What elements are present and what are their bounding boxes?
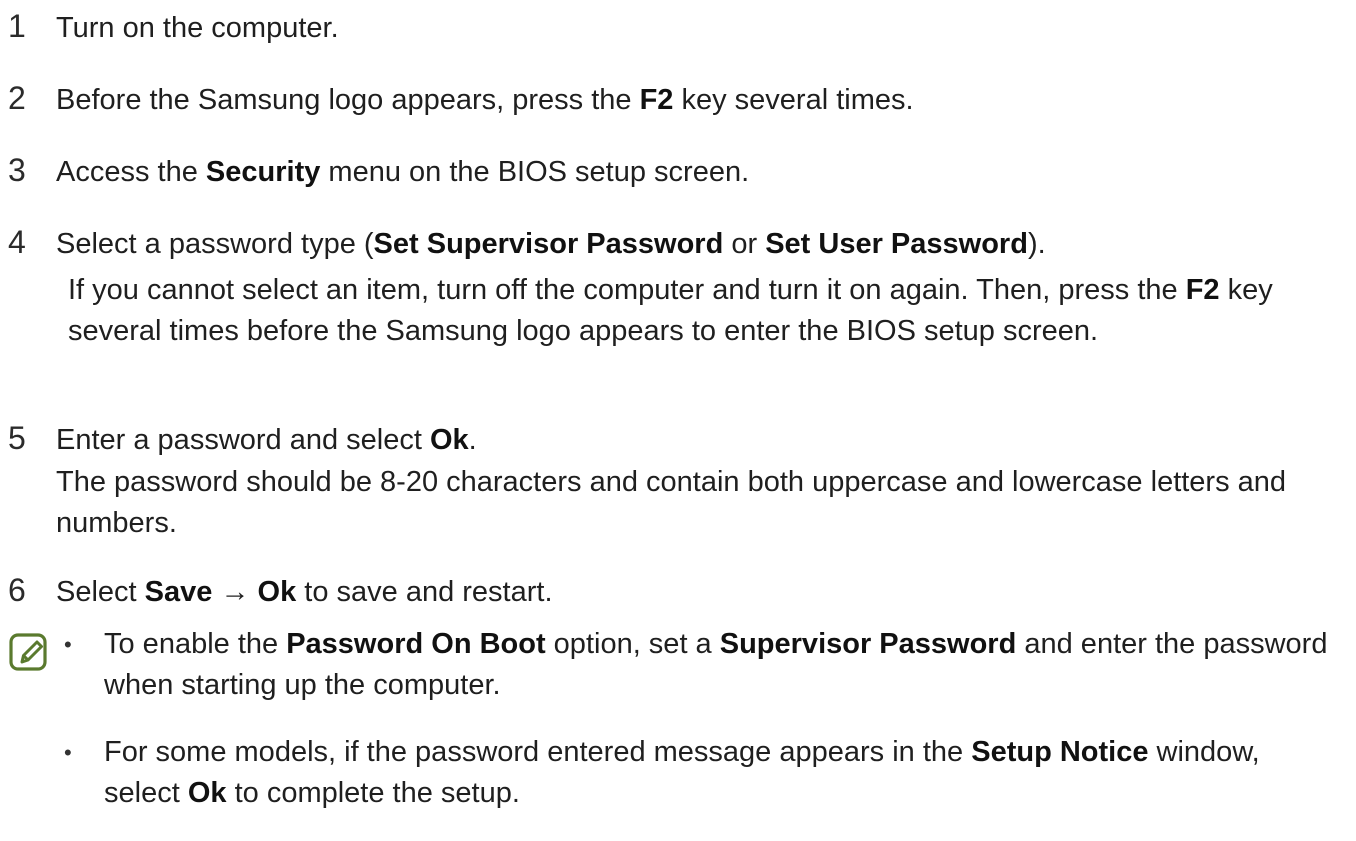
step-1: 1 Turn on the computer. bbox=[8, 6, 339, 48]
step-3: 3 Access the Security menu on the BIOS se… bbox=[8, 150, 749, 192]
emphasis-term: Set User Password bbox=[765, 228, 1028, 260]
note-bullet: • To enable the Password On Boot option,… bbox=[64, 624, 1334, 706]
emphasis-term: Save bbox=[144, 576, 213, 608]
bullet-marker: • bbox=[64, 740, 72, 765]
step-number: 3 bbox=[8, 152, 26, 188]
step-4-note: If you cannot select an item, turn off t… bbox=[68, 274, 1273, 347]
emphasis-term: Password On Boot bbox=[286, 628, 546, 660]
note-bullet-text: For some models, if the password entered… bbox=[104, 736, 1260, 809]
step-text: Select a password type (Set Supervisor P… bbox=[56, 228, 1046, 260]
note-pencil-icon bbox=[9, 633, 47, 671]
emphasis-term: F2 bbox=[639, 84, 674, 116]
emphasis-term: Ok bbox=[257, 576, 297, 608]
emphasis-term: Ok bbox=[429, 424, 469, 456]
step-number: 4 bbox=[8, 224, 26, 260]
step-5: 5 Enter a password and select Ok. bbox=[8, 418, 477, 460]
step-text: Before the Samsung logo appears, press t… bbox=[56, 84, 914, 116]
note-bullet: • For some models, if the password enter… bbox=[64, 732, 1334, 814]
emphasis-term: Set Supervisor Password bbox=[373, 228, 724, 260]
step-number: 1 bbox=[8, 8, 26, 44]
emphasis-term: Ok bbox=[187, 777, 227, 809]
step-number: 5 bbox=[8, 420, 26, 456]
emphasis-term: Security bbox=[205, 156, 321, 188]
emphasis-term: Supervisor Password bbox=[719, 628, 1017, 660]
emphasis-term: F2 bbox=[1185, 274, 1220, 306]
step-number: 6 bbox=[8, 572, 26, 608]
step-text: Select Save → Ok to save and restart. bbox=[56, 576, 553, 608]
step-text: Access the Security menu on the BIOS set… bbox=[56, 156, 750, 188]
step-2: 2 Before the Samsung logo appears, press … bbox=[8, 78, 914, 120]
emphasis-term: Setup Notice bbox=[971, 736, 1149, 768]
step-5-note: The password should be 8-20 characters a… bbox=[56, 466, 1287, 539]
step-6: 6 Select Save → Ok to save and restart. bbox=[8, 570, 553, 612]
step-number: 2 bbox=[8, 80, 26, 116]
step-4: 4 Select a password type (Set Supervisor … bbox=[8, 222, 1046, 264]
note-bullet-text: To enable the Password On Boot option, s… bbox=[104, 628, 1328, 701]
step-text: Enter a password and select Ok. bbox=[56, 424, 477, 456]
bullet-marker: • bbox=[64, 632, 72, 657]
step-text: Turn on the computer. bbox=[56, 12, 339, 44]
instruction-document: 1 Turn on the computer. 2 Before the Samsu… bbox=[0, 0, 1356, 841]
